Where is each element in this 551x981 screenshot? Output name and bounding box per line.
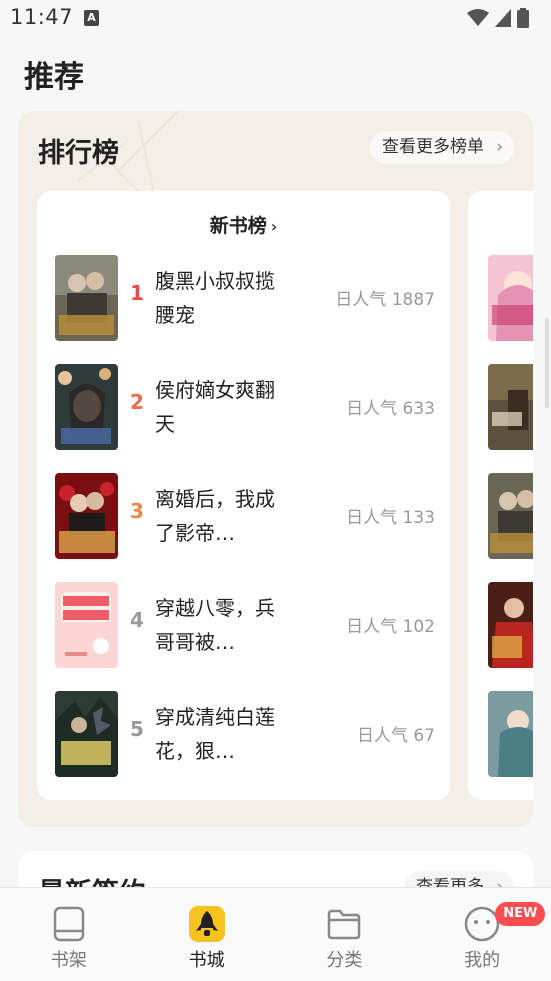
book-row[interactable]: 2 侯府嫡女爽翻天 日人气 633 [55, 364, 435, 450]
signal-icon [495, 9, 511, 27]
nav-label: 我的 [464, 950, 501, 971]
page-title: 推荐 [24, 60, 84, 95]
book-rank: 2 [130, 390, 144, 414]
book-popularity: 日人气 67 [356, 726, 435, 746]
book-row[interactable]: 3 离婚后，我成了影帝… 日人气 133 [55, 473, 435, 559]
book-rank: 3 [130, 499, 144, 523]
book-popularity: 日人气 1887 [335, 290, 435, 310]
new-books-list: 新书榜 › 1 腹黑小叔叔揽腰宠 日人气 1887 2 侯府嫡女爽翻天 日人气 6… [37, 191, 450, 800]
new-books-list-title[interactable]: 新书榜 › [37, 211, 450, 238]
book-cover[interactable] [55, 691, 118, 777]
folder-icon [328, 909, 361, 940]
book-rank: 1 [130, 281, 144, 305]
nav-label: 书城 [188, 950, 225, 971]
nav-item-bookstore[interactable]: 书城 [138, 888, 276, 981]
book-cover[interactable] [55, 473, 118, 559]
book-title: 腹黑小叔叔揽腰宠 [155, 269, 275, 327]
status-bar: 11:47 A [0, 0, 551, 38]
book-title: 离婚后，我成了影帝… [155, 487, 275, 545]
book-title: 穿越八零，兵哥哥被… [155, 596, 275, 654]
book-cover[interactable] [488, 582, 533, 668]
book-row[interactable]: 5 穿成清纯白莲花，狠… 日人气 67 [55, 691, 435, 777]
book-cover[interactable] [55, 582, 118, 668]
ranking-title: 排行榜 [38, 138, 119, 169]
book-rank: 5 [130, 717, 144, 741]
book-row[interactable]: 1 腹黑小叔叔揽腰宠 日人气 1887 [55, 255, 435, 341]
more-lists-label: 查看更多榜单 [382, 137, 484, 157]
rocket-icon [188, 906, 225, 942]
book-rank: 4 [130, 608, 144, 632]
book-popularity: 日人气 633 [346, 399, 435, 419]
book-cover[interactable] [488, 473, 533, 559]
book-title: 侯府嫡女爽翻天 [155, 378, 275, 436]
notification-app-icon: A [84, 10, 99, 26]
book-title: 穿成清纯白莲花，狠… [155, 705, 275, 763]
book-cover[interactable] [55, 255, 118, 341]
status-icons [467, 8, 529, 28]
wifi-icon [467, 9, 489, 26]
scrollbar[interactable] [545, 318, 549, 408]
list-title-label: 新书榜 [209, 215, 267, 237]
book-cover[interactable] [488, 255, 533, 341]
ranking-card: 排行榜 查看更多榜单 › 新书榜 › 1 腹黑小叔叔揽腰宠 日人气 1887 2 … [18, 111, 533, 827]
battery-icon [517, 8, 529, 28]
chevron-right-icon: › [270, 217, 278, 236]
book-row[interactable]: 4 穿越八零，兵哥哥被… 日人气 102 [55, 582, 435, 668]
new-badge: NEW [495, 902, 546, 926]
nav-item-category[interactable]: 分类 [276, 888, 414, 981]
more-lists-button[interactable]: 查看更多榜单 › [370, 131, 514, 164]
book-cover[interactable] [55, 364, 118, 450]
bottom-nav: 书架 书城 分类 NEW 我的 [0, 887, 551, 981]
nav-item-profile[interactable]: NEW 我的 [413, 888, 551, 981]
nav-label: 书架 [50, 950, 87, 971]
nav-item-bookshelf[interactable]: 书架 [0, 888, 138, 981]
bookshelf-icon [53, 906, 85, 942]
chevron-right-icon: › [496, 137, 503, 157]
book-popularity: 日人气 133 [346, 508, 435, 528]
next-list-panel[interactable] [468, 191, 533, 800]
book-cover[interactable] [488, 691, 533, 777]
nav-label: 分类 [326, 950, 363, 971]
book-cover[interactable] [488, 364, 533, 450]
book-popularity: 日人气 102 [346, 617, 435, 637]
status-time: 11:47 [10, 5, 74, 29]
